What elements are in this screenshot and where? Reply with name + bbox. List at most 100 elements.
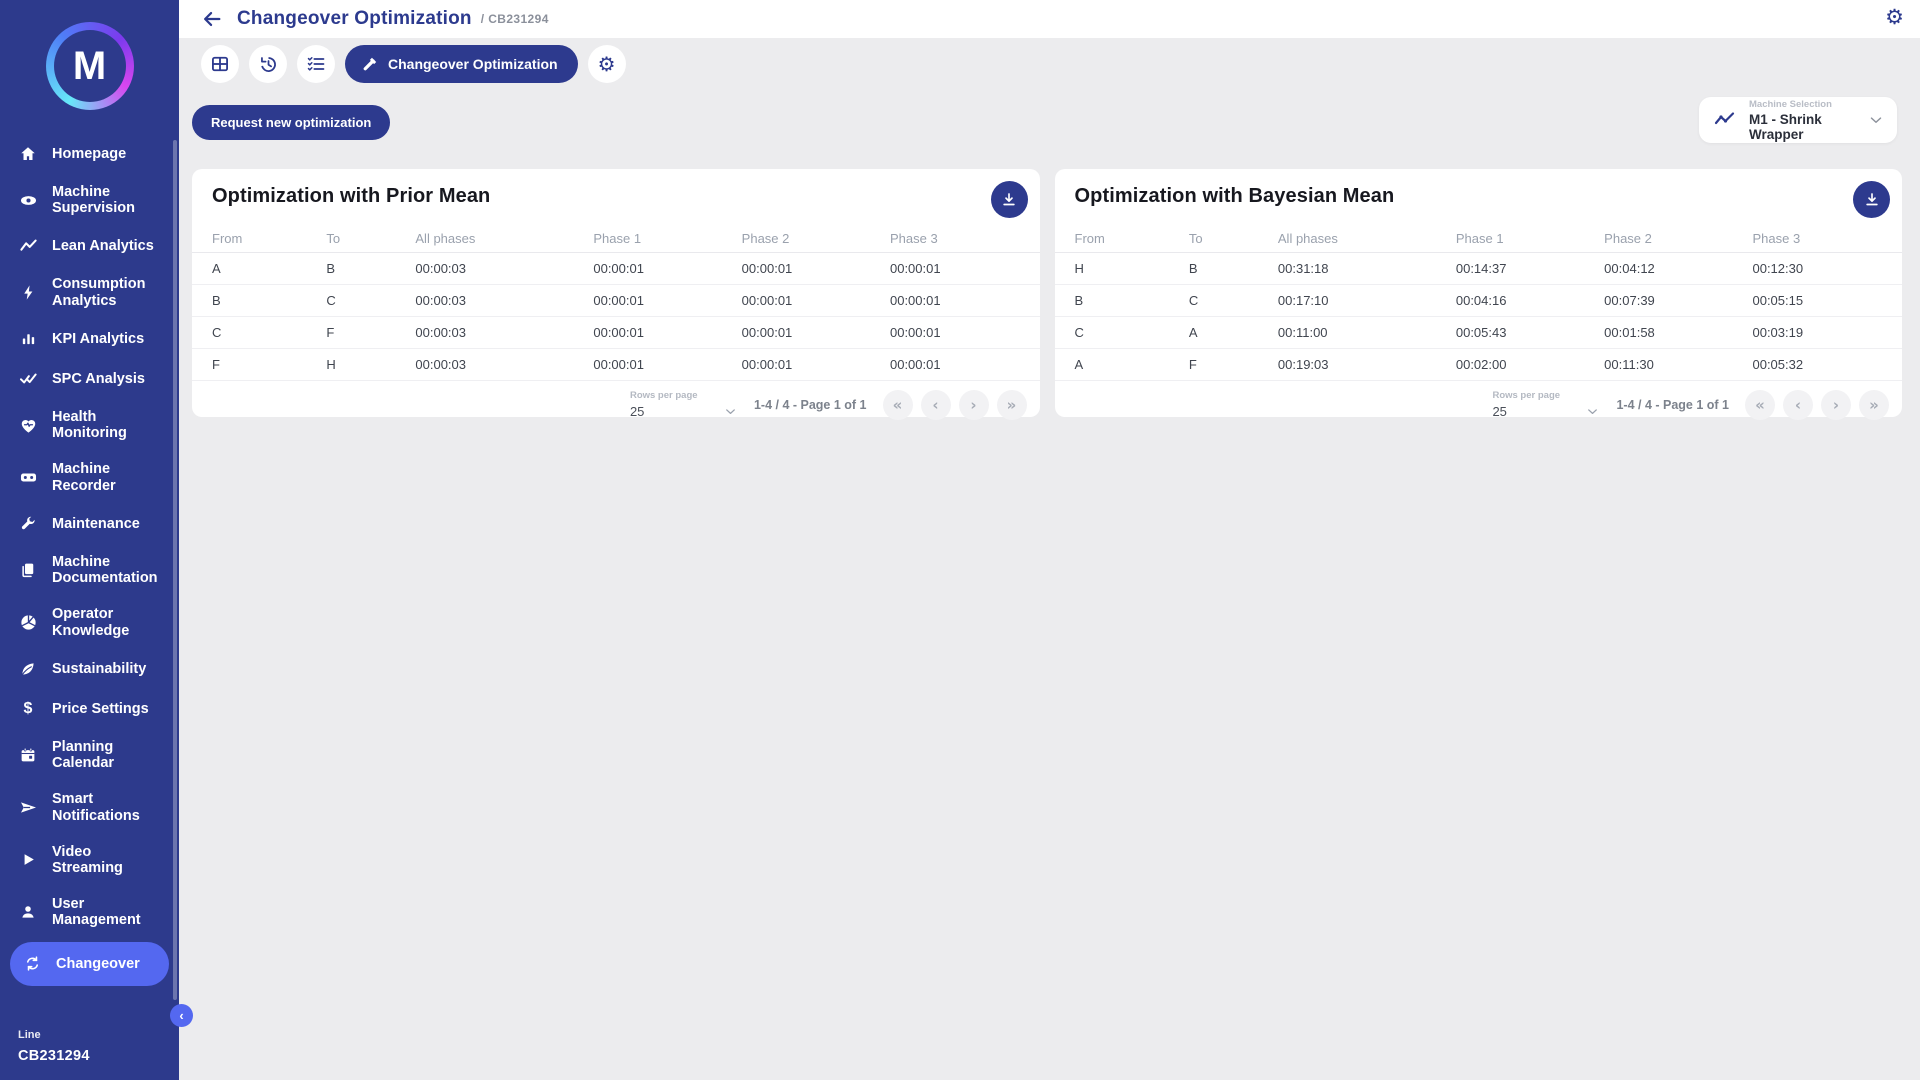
column-header: All phases — [395, 231, 573, 246]
logo-letter: M — [54, 30, 126, 102]
table-cell: 00:19:03 — [1258, 357, 1436, 372]
rows-per-page[interactable]: Rows per page 25 — [1492, 390, 1600, 419]
table-cell: A — [1169, 325, 1258, 340]
sidebar: M Homepage Machine Supervision Lean Anal… — [0, 0, 179, 1080]
sidebar-item-smart-notifications[interactable]: Smart Notifications — [0, 781, 179, 833]
next-page-button[interactable]: › — [1821, 390, 1851, 420]
breadcrumb: / CB231294 — [481, 12, 549, 26]
last-page-button[interactable]: » — [997, 390, 1027, 420]
checklist-view-button[interactable] — [297, 45, 335, 83]
download-button[interactable] — [991, 181, 1028, 218]
sidebar-item-user-management[interactable]: User Management — [0, 886, 179, 938]
table-cell: 00:00:01 — [573, 293, 721, 308]
sidebar-item-machine-supervision[interactable]: Machine Supervision — [0, 174, 179, 226]
table-cell: 00:00:03 — [395, 325, 573, 340]
machine-selection-dropdown[interactable]: Machine Selection M1 - Shrink Wrapper — [1699, 97, 1897, 143]
sidebar-item-label: Operator Knowledge — [52, 606, 165, 638]
first-page-button[interactable]: « — [1745, 390, 1775, 420]
column-header: From — [1055, 231, 1169, 246]
sidebar-item-lean-analytics[interactable]: Lean Analytics — [0, 226, 179, 266]
sidebar-item-sustainability[interactable]: Sustainability — [0, 649, 179, 689]
table-cell: A — [192, 261, 306, 276]
optimization-cards: Optimization with Prior Mean From To All… — [192, 169, 1902, 417]
sidebar-item-planning-calendar[interactable]: Planning Calendar — [0, 729, 179, 781]
active-tab-label: Changeover Optimization — [388, 56, 558, 72]
sidebar-item-machine-documentation[interactable]: Machine Documentation — [0, 544, 179, 596]
rows-per-page[interactable]: Rows per page 25 — [630, 390, 738, 419]
table-cell: 00:00:01 — [722, 357, 870, 372]
view-toolbar: Changeover Optimization ⚙ — [201, 45, 626, 83]
table-view-button[interactable] — [201, 45, 239, 83]
sidebar-item-kpi-analytics[interactable]: KPI Analytics — [0, 319, 179, 359]
table-cell: B — [1169, 261, 1258, 276]
table-cell: 00:05:15 — [1732, 293, 1902, 308]
settings-gear-icon[interactable]: ⚙ — [1885, 7, 1904, 28]
table-cell: 00:00:03 — [395, 357, 573, 372]
table-row: AB00:00:0300:00:0100:00:0100:00:01 — [192, 253, 1040, 285]
tab-changeover-optimization[interactable]: Changeover Optimization — [345, 45, 578, 83]
first-page-button[interactable]: « — [883, 390, 913, 420]
card-title: Optimization with Bayesian Mean — [1055, 185, 1903, 208]
table-cell: 00:14:37 — [1436, 261, 1584, 276]
sidebar-item-label: Maintenance — [52, 516, 140, 532]
sidebar-item-health-monitoring[interactable]: Health Monitoring — [0, 399, 179, 451]
back-arrow-icon[interactable] — [201, 8, 223, 30]
table-cell: 00:04:12 — [1584, 261, 1732, 276]
history-icon — [258, 54, 279, 75]
sidebar-scrollbar[interactable] — [173, 140, 177, 1000]
table-cell: F — [306, 325, 395, 340]
last-page-button[interactable]: » — [1859, 390, 1889, 420]
sidebar-item-machine-recorder[interactable]: Machine Recorder — [0, 451, 179, 503]
pagination: Rows per page 25 1-4 / 4 - Page 1 of 1 «… — [1055, 381, 1903, 428]
sidebar-item-consumption-analytics[interactable]: Consumption Analytics — [0, 266, 179, 318]
download-button[interactable] — [1853, 181, 1890, 218]
machine-selection-value: M1 - Shrink Wrapper — [1749, 112, 1867, 142]
sidebar-item-label: Smart Notifications — [52, 791, 165, 823]
table-cell: 00:00:01 — [870, 325, 1040, 340]
table-cell: 00:11:30 — [1584, 357, 1732, 372]
documents-icon — [18, 560, 38, 580]
table-cell: 00:17:10 — [1258, 293, 1436, 308]
sidebar-item-video-streaming[interactable]: Video Streaming — [0, 834, 179, 886]
table-cell: 00:00:01 — [722, 261, 870, 276]
table-cell: 00:00:01 — [573, 357, 721, 372]
pagination: Rows per page 25 1-4 / 4 - Page 1 of 1 «… — [192, 381, 1040, 428]
rows-per-page-value: 25 — [1492, 404, 1506, 419]
next-page-button[interactable]: › — [959, 390, 989, 420]
table-cell: 00:00:03 — [395, 261, 573, 276]
toolbar-settings-button[interactable]: ⚙ — [588, 45, 626, 83]
lightning-icon — [18, 283, 38, 303]
prev-page-button[interactable]: ‹ — [921, 390, 951, 420]
leaf-icon — [18, 659, 38, 679]
pagination-range: 1-4 / 4 - Page 1 of 1 — [754, 398, 867, 412]
pagination-range: 1-4 / 4 - Page 1 of 1 — [1616, 398, 1729, 412]
pager: « ‹ › » — [1745, 390, 1889, 420]
history-view-button[interactable] — [249, 45, 287, 83]
sidebar-item-spc-analysis[interactable]: SPC Analysis — [0, 359, 179, 399]
heart-pulse-icon — [18, 415, 38, 435]
sidebar-item-label: Changeover — [56, 956, 140, 972]
sidebar-item-operator-knowledge[interactable]: Operator Knowledge — [0, 596, 179, 648]
sidebar-item-changeover[interactable]: Changeover — [10, 942, 169, 986]
send-icon — [18, 798, 38, 818]
bar-chart-icon — [18, 329, 38, 349]
table-cell: 00:02:00 — [1436, 357, 1584, 372]
table-row: BC00:00:0300:00:0100:00:0100:00:01 — [192, 285, 1040, 317]
request-new-optimization-button[interactable]: Request new optimization — [192, 105, 390, 140]
card-title: Optimization with Prior Mean — [192, 185, 1040, 208]
sidebar-item-label: Machine Recorder — [52, 461, 165, 493]
line-chart-icon — [1713, 108, 1737, 132]
sidebar-item-price-settings[interactable]: $ Price Settings — [0, 689, 179, 729]
sidebar-item-label: Machine Documentation — [52, 554, 165, 586]
user-icon — [18, 902, 38, 922]
table-cell: 00:11:00 — [1258, 325, 1436, 340]
sidebar-collapse-button[interactable]: ‹ — [170, 1004, 193, 1027]
table-row: HB00:31:1800:14:3700:04:1200:12:30 — [1055, 253, 1903, 285]
prev-page-button[interactable]: ‹ — [1783, 390, 1813, 420]
sidebar-item-homepage[interactable]: Homepage — [0, 134, 179, 174]
pager: « ‹ › » — [883, 390, 1027, 420]
column-header: To — [1169, 231, 1258, 246]
column-header: All phases — [1258, 231, 1436, 246]
table-header: From To All phases Phase 1 Phase 2 Phase… — [1055, 224, 1903, 253]
sidebar-item-maintenance[interactable]: Maintenance — [0, 504, 179, 544]
